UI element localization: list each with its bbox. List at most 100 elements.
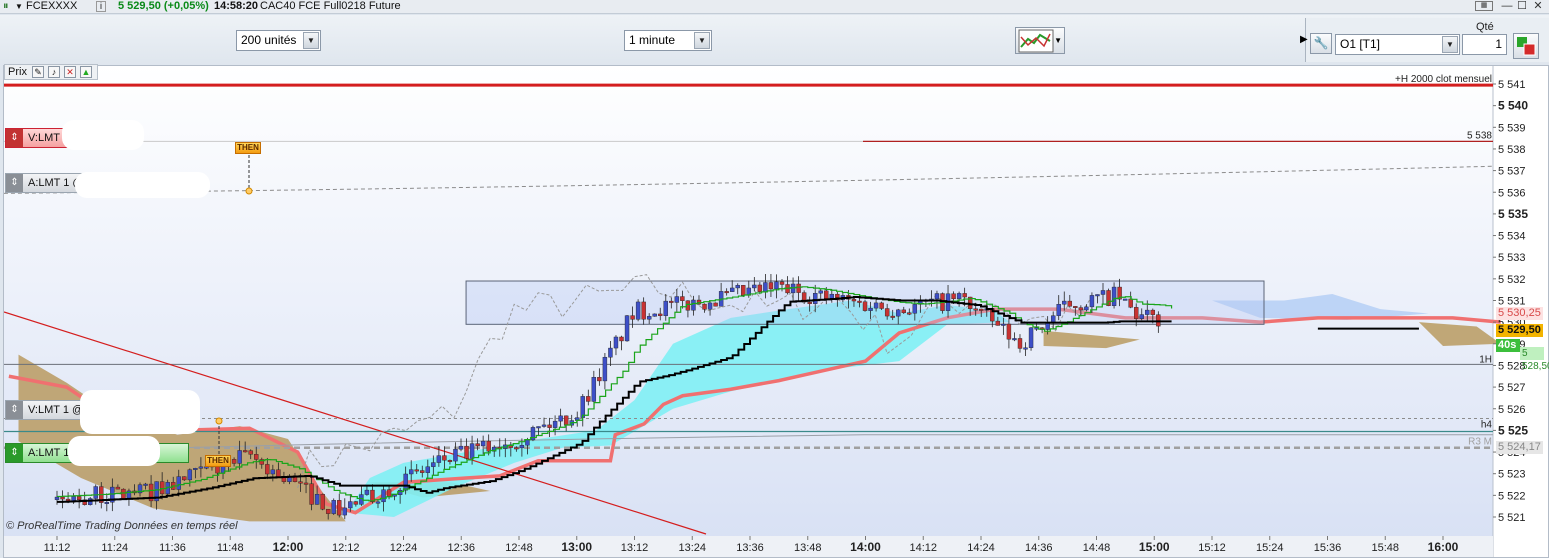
chart-toolbar: 200 unités ▼ 1 minute ▼ ▼ ▶ Qté 🔧 O1 [T1…	[0, 15, 1549, 65]
price-panel-header: Prix ✎ ♪ ✕ ▲	[4, 64, 98, 80]
time-axis-label: 11:36	[159, 542, 186, 554]
price-axis-label: 5 527	[1498, 382, 1526, 394]
level-5538-label: 5 538	[1467, 130, 1492, 141]
time-axis-label: 14:36	[1025, 542, 1053, 554]
time-axis-label: 12:48	[505, 542, 533, 554]
candle-countdown-tag: 40s	[1496, 339, 1520, 352]
then-condition-marker[interactable]: THEN	[235, 142, 261, 154]
time-axis-label: 12:36	[447, 542, 475, 554]
price-panel-label: Prix	[8, 66, 27, 78]
h1-level-label: 1H	[1479, 354, 1492, 365]
close-icon[interactable]: ✕	[1531, 0, 1545, 13]
price-axis-label: 5 525	[1498, 423, 1528, 437]
price-axis-label: 5 539	[1498, 122, 1526, 134]
time-axis-label: 15:36	[1314, 542, 1342, 554]
h4-level-label: h4	[1481, 419, 1493, 430]
expand-icon[interactable]: ▲	[80, 66, 92, 78]
qty-input[interactable]: 1	[1462, 34, 1507, 55]
price-axis-label: 5 536	[1498, 187, 1526, 199]
then-condition-marker[interactable]: THEN	[205, 455, 231, 467]
time-axis-label: 13:12	[621, 542, 649, 554]
wrench-icon[interactable]: 🔧	[1310, 33, 1332, 54]
buy-sell-icon	[1517, 37, 1536, 56]
drag-handle-icon[interactable]: ⇕	[6, 174, 23, 192]
last-price-change: 5 529,50 (+0,05%)	[118, 0, 209, 12]
time-axis-label: 14:48	[1083, 542, 1111, 554]
time-axis-label: 12:12	[332, 542, 360, 554]
price-axis-label: 5 531	[1498, 296, 1526, 308]
time-axis-label: 11:24	[101, 542, 128, 554]
price-axis-label: 5 534	[1498, 231, 1526, 243]
order-panel: ▶ Qté 🔧 O1 [T1] ▼ 1	[1300, 18, 1549, 62]
lower-band-price-tag: 5 528,50	[1520, 347, 1549, 372]
order-ticket-button[interactable]	[1513, 33, 1539, 59]
price-axis-label: 5 523	[1498, 469, 1526, 481]
collapse-arrow-icon[interactable]: ▶	[1300, 34, 1308, 45]
order-label: V:LMT	[28, 132, 60, 144]
time-axis-label: 11:12	[44, 542, 71, 554]
price-axis-label: 5 522	[1498, 490, 1526, 502]
bell-icon[interactable]: ♪	[48, 66, 60, 78]
maximize-icon[interactable]: ☐	[1515, 0, 1529, 13]
time-axis-label: 12:24	[390, 542, 418, 554]
units-select-value: 200 unités	[241, 33, 297, 47]
drag-handle-icon[interactable]: ⇕	[6, 444, 23, 462]
upper-band-price-tag: 5 530,25	[1496, 307, 1543, 320]
watermark-text: © ProRealTime Trading Données en temps r…	[6, 520, 238, 532]
units-select[interactable]: 200 unités ▼	[236, 30, 321, 51]
chevron-down-icon[interactable]: ▼	[1442, 36, 1458, 53]
price-axis-label: 5 535	[1498, 207, 1528, 221]
redaction-mask	[75, 172, 210, 198]
clock-time: 14:58:20	[214, 0, 259, 12]
title-bar: ⏸ ▼ FCEXXXX i 5 529,50 (+0,05%) 14:58:20…	[0, 0, 1549, 14]
interval-select-value: 1 minute	[629, 33, 676, 47]
drag-handle-icon[interactable]: ⇕	[6, 129, 23, 147]
price-axis-label: 5 526	[1498, 404, 1526, 416]
keyboard-icon[interactable]: ▦	[1475, 1, 1493, 11]
instrument-name: CAC40 FCE Full0218 Future	[260, 0, 401, 12]
time-axis-label: 13:24	[678, 542, 706, 554]
chevron-down-icon[interactable]: ▼	[303, 32, 319, 49]
time-axis-label: 15:48	[1371, 542, 1399, 554]
r3-level-label: R3 M	[1468, 437, 1492, 448]
price-chart[interactable]: +H 2000 clot mensuel 5 538 1H h4 R3 M 5 541 5 …	[3, 65, 1549, 558]
remove-icon[interactable]: ✕	[64, 66, 76, 78]
redaction-mask	[80, 390, 200, 434]
time-axis-label: 13:48	[794, 542, 822, 554]
time-axis-label: 14:12	[909, 542, 937, 554]
monthly-level-label: +H 2000 clot mensuel	[1395, 74, 1492, 85]
chevron-down-icon: ▼	[1054, 36, 1062, 45]
minimize-icon[interactable]: —	[1500, 0, 1514, 13]
time-axis-label: 15:12	[1198, 542, 1226, 554]
time-axis-label: 12:00	[273, 540, 304, 554]
time-axis-label: 15:24	[1256, 542, 1284, 554]
chart-canvas[interactable]: +H 2000 clot mensuel 5 538 1H h4 R3 M 5 541 5 …	[4, 66, 1548, 557]
time-axis-label: 13:00	[561, 540, 592, 554]
price-axis-label: 5 538	[1498, 144, 1526, 156]
price-axis-label: 5 541	[1498, 79, 1526, 91]
qty-label: Qté	[1476, 21, 1494, 33]
wrench-icon[interactable]: ✎	[32, 66, 44, 78]
price-axis-label: 5 533	[1498, 252, 1526, 264]
chevron-down-icon[interactable]: ▼	[694, 32, 710, 49]
info-icon[interactable]: i	[96, 1, 106, 12]
menu-dropdown-icon[interactable]: ▼	[15, 0, 23, 14]
time-axis-label: 14:24	[967, 542, 995, 554]
symbol-name[interactable]: FCEXXXX	[26, 0, 77, 14]
time-axis-label: 11:48	[217, 542, 244, 554]
indicators-button[interactable]: ▼	[1015, 27, 1065, 54]
time-axis-label: 14:00	[850, 540, 881, 554]
interval-select[interactable]: 1 minute ▼	[624, 30, 712, 51]
chart-type-icon[interactable]: ⏸	[3, 0, 9, 14]
drag-handle-icon[interactable]: ⇕	[6, 401, 23, 419]
pivot-price-tag: 5 524,17	[1496, 441, 1543, 454]
account-select-value: O1 [T1]	[1340, 37, 1381, 51]
price-axis-label: 5 532	[1498, 274, 1526, 286]
time-axis-label: 13:36	[736, 542, 764, 554]
indicator-chart-icon	[1018, 29, 1054, 53]
account-select[interactable]: O1 [T1] ▼	[1335, 34, 1460, 55]
order-label: V:LMT 1 @	[28, 404, 84, 416]
price-axis-label: 5 537	[1498, 166, 1526, 178]
redaction-mask	[62, 120, 144, 150]
price-axis-label: 5 540	[1498, 99, 1528, 113]
